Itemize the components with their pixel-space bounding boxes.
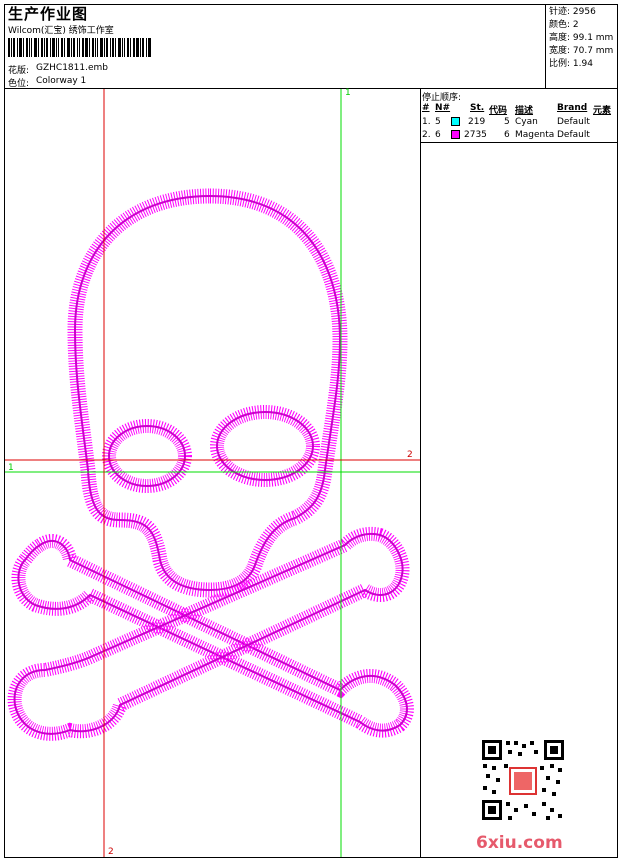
embroidery-design: [5, 89, 420, 857]
row-2-description: Magenta: [515, 130, 555, 140]
guide-label-green-left: 1: [8, 463, 14, 473]
guide-label-red-right: 2: [407, 450, 413, 460]
row-2-stitches: 2735: [464, 130, 487, 140]
stats-panel: 针迹: 2956 颜色: 2 高度: 99.1 mm 宽度: 70.7 mm 比…: [549, 6, 613, 71]
barcode: [8, 38, 151, 57]
row-2-brand: Default: [557, 130, 590, 140]
col-brand-header: Brand: [557, 103, 588, 113]
row-2-index: 2.: [422, 130, 431, 140]
panel-divider: [420, 88, 421, 858]
watermark: 6xiu.com: [476, 833, 563, 853]
col-element-header: 元素: [593, 106, 612, 116]
row-2-code: 6: [504, 130, 510, 140]
row-1-brand: Default: [557, 117, 590, 127]
col-code-header: 代码: [489, 106, 508, 116]
design-scale: 比例: 1.94: [549, 59, 593, 69]
row-1-code: 5: [504, 117, 510, 127]
stitch-count: 针迹: 2956: [549, 7, 596, 17]
page-title: 生产作业图: [8, 5, 89, 23]
design-width: 宽度: 70.7 mm: [549, 46, 614, 56]
col-stitches-header: St.: [470, 103, 485, 113]
design-height: 高度: 99.1 mm: [549, 33, 614, 43]
row-1-color-swatch: [451, 117, 460, 126]
row-1-needle: 5: [435, 117, 441, 127]
col-desc-header: 描述: [515, 106, 534, 116]
row-2-color-swatch: [451, 130, 460, 139]
stop-sequence-title: 停止顺序:: [422, 93, 462, 103]
row-1-description: Cyan: [515, 117, 538, 127]
crossbone-a: [11, 534, 414, 738]
colorway-value: Colorway 1: [36, 76, 87, 86]
row-1-stitches: 219: [468, 117, 486, 127]
qr-code-image: [480, 738, 566, 822]
header-divider: [545, 4, 546, 88]
design-label: 花版:: [8, 66, 30, 76]
skull-outline: [67, 188, 348, 598]
color-count: 颜色: 2: [549, 20, 579, 30]
guide-label-green-top: 1: [345, 88, 351, 98]
row-1-index: 1.: [422, 117, 431, 127]
table-bottom-rule: [420, 142, 618, 143]
col-index-header: #: [422, 103, 430, 113]
design-file-name: GZHC1811.emb: [36, 63, 108, 73]
col-needle-header: N#: [435, 103, 451, 113]
studio-name: Wilcom(汇宝) 绣饰工作室: [8, 26, 114, 36]
guide-label-red-bottom: 2: [108, 847, 114, 857]
row-2-needle: 6: [435, 130, 441, 140]
